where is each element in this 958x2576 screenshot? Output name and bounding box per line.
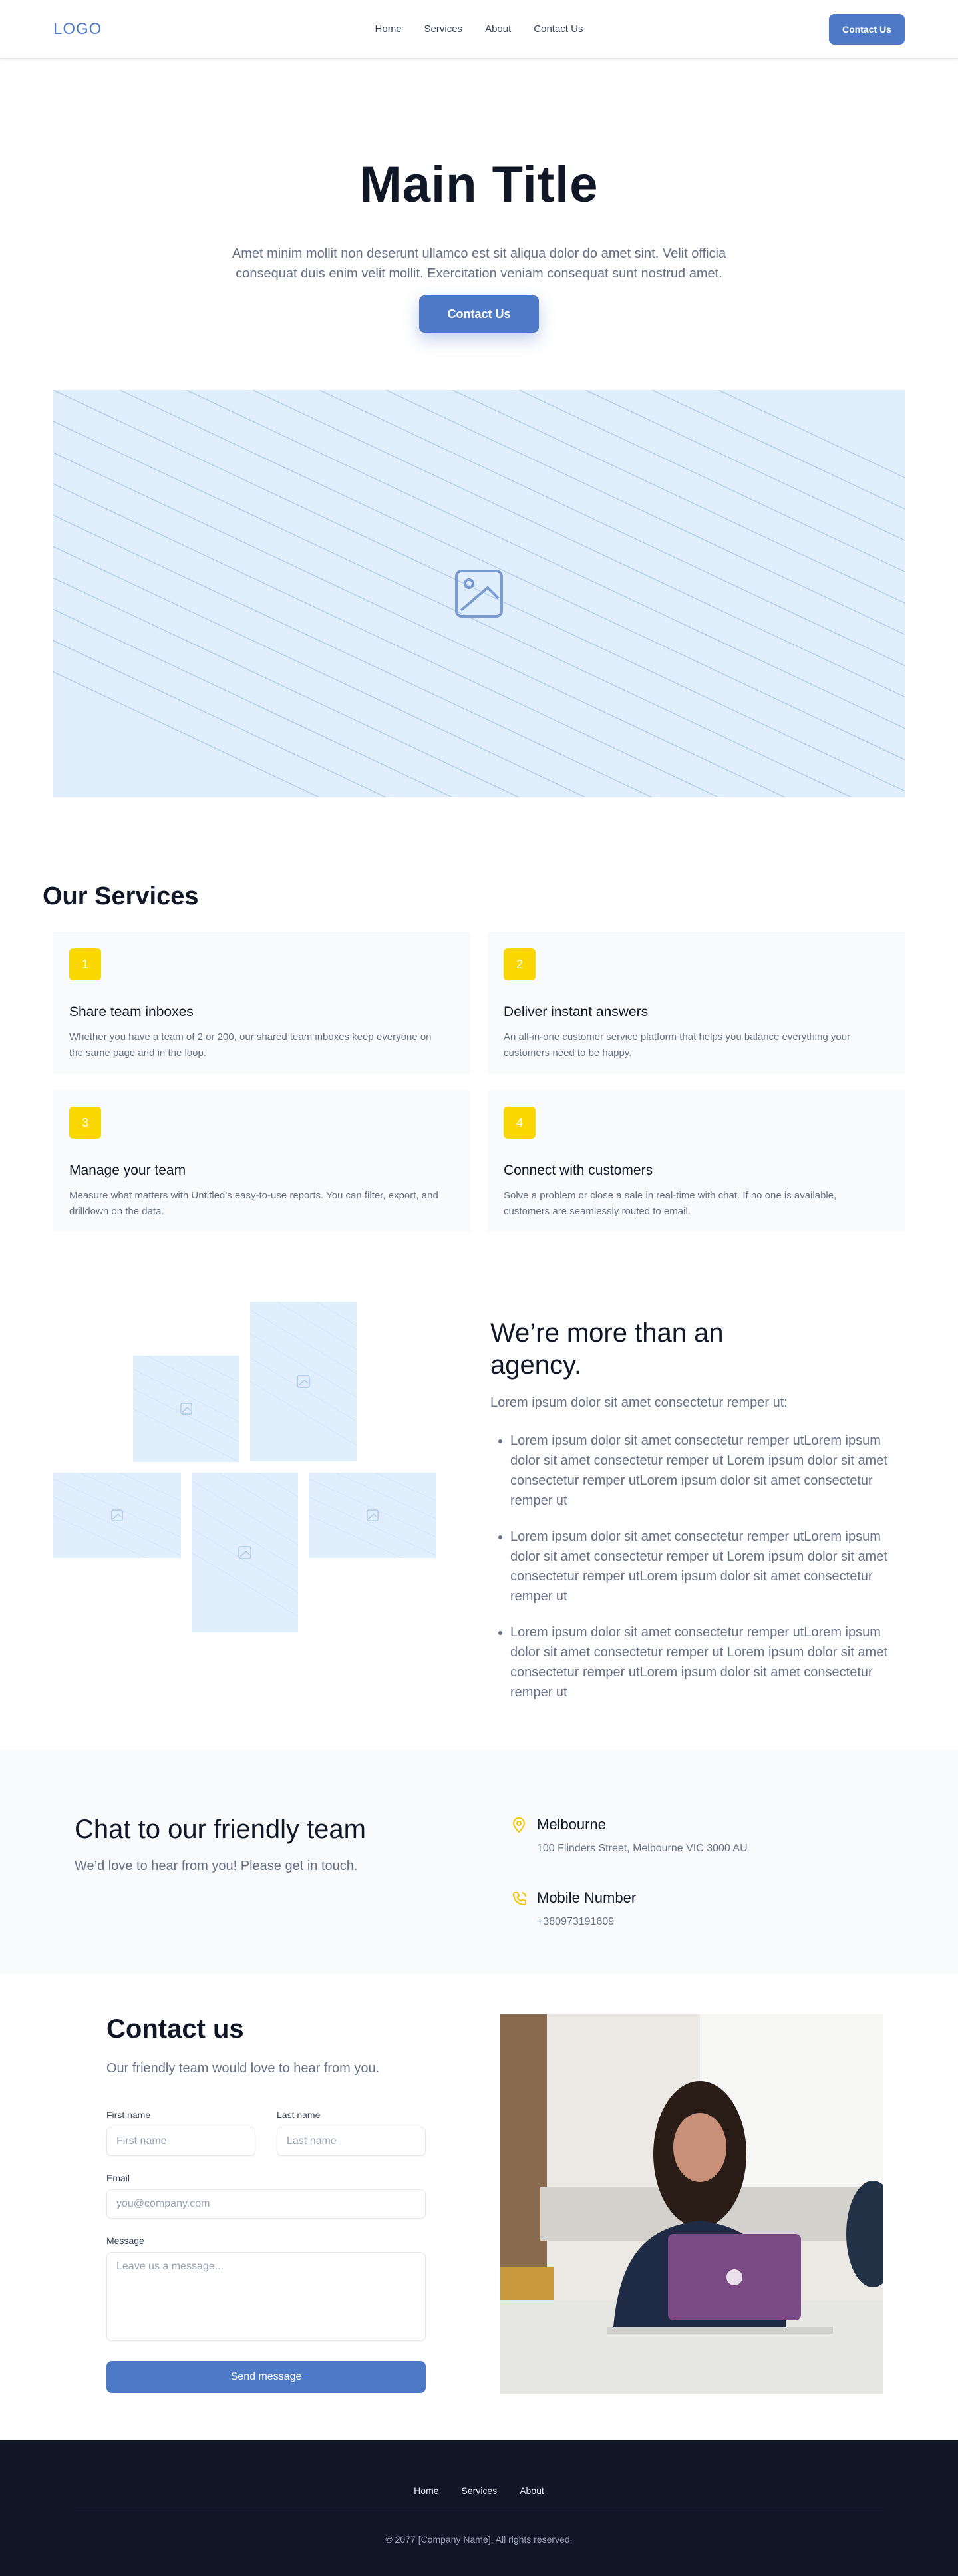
list-item: Lorem ipsum dolor sit amet consectetur r…	[510, 1622, 905, 1702]
contact-section: Contact us Our friendly team would love …	[0, 1973, 958, 2440]
team-photo-illustration	[500, 2014, 883, 2394]
service-card: 2 Deliver instant answers An all-in-one …	[488, 932, 905, 1073]
image-icon	[180, 1403, 192, 1415]
service-card: 1 Share team inboxes Whether you have a …	[53, 932, 470, 1073]
phone-icon	[512, 1892, 526, 1906]
service-text: Measure what matters with Untitled's eas…	[69, 1190, 438, 1217]
copyright-text: © 2077 [Company Name]. All rights reserv…	[385, 2534, 573, 2545]
service-number-badge: 4	[504, 1107, 536, 1139]
location-title: Melbourne	[537, 1816, 606, 1833]
service-number-badge: 3	[69, 1107, 101, 1139]
contact-subtitle: Our friendly team would love to hear fro…	[106, 2061, 380, 2076]
nav-about[interactable]: About	[485, 23, 511, 35]
image-placeholder	[53, 1473, 181, 1558]
nav-home[interactable]: Home	[375, 23, 402, 35]
email-field[interactable]	[106, 2189, 426, 2219]
chat-subtitle: We’d love to hear from you! Please get i…	[75, 1859, 358, 1873]
service-number-badge: 1	[69, 948, 101, 980]
agency-bullet-list: Lorem ipsum dolor sit amet consectetur r…	[490, 1431, 905, 1702]
logo[interactable]: LOGO	[53, 20, 102, 39]
image-placeholder	[192, 1473, 298, 1632]
service-title: Share team inboxes	[69, 1004, 194, 1019]
hero-contact-button[interactable]: Contact Us	[419, 295, 539, 333]
message-textarea[interactable]	[106, 2252, 426, 2341]
first-name-label: First name	[106, 2110, 151, 2120]
services-grid: 1 Share team inboxes Whether you have a …	[53, 932, 905, 1232]
list-item: Lorem ipsum dolor sit amet consectetur r…	[510, 1527, 905, 1606]
image-icon	[297, 1375, 310, 1388]
service-title: Connect with customers	[504, 1163, 653, 1178]
services-title: Our Services	[43, 882, 199, 910]
chat-title: Chat to our friendly team	[75, 1815, 366, 1844]
service-text: An all-in-one customer service platform …	[504, 1031, 851, 1059]
image-icon	[111, 1509, 123, 1521]
message-label: Message	[106, 2235, 144, 2246]
main-nav: Home Services About Contact Us	[375, 23, 583, 35]
email-label: Email	[106, 2173, 130, 2183]
image-icon	[455, 570, 503, 618]
footer-nav-about[interactable]: About	[520, 2485, 544, 2496]
image-placeholder	[250, 1302, 357, 1461]
service-text: Whether you have a team of 2 or 200, our…	[69, 1031, 432, 1059]
agency-section: We’re more than an agency. Lorem ipsum d…	[0, 1232, 958, 1751]
nav-services[interactable]: Services	[424, 23, 463, 35]
service-text: Solve a problem or close a sale in real-…	[504, 1190, 837, 1217]
last-name-label: Last name	[277, 2110, 321, 2120]
phone-number[interactable]: +380973191609	[537, 1916, 636, 1928]
phone-title: Mobile Number	[537, 1889, 637, 1906]
services-section: Our Services 1 Share team inboxes Whethe…	[0, 797, 958, 1232]
service-title: Manage your team	[69, 1163, 186, 1178]
phone-info: Mobile Number +380973191609	[512, 1889, 636, 1928]
agency-lead: Lorem ipsum dolor sit amet consectetur r…	[490, 1395, 788, 1410]
site-footer: Home Services About © 2077 [Company Name…	[0, 2440, 958, 2576]
agency-title: We’re more than an agency.	[490, 1318, 724, 1380]
nav-contact-us[interactable]: Contact Us	[534, 23, 583, 35]
image-placeholder	[309, 1473, 436, 1558]
map-pin-icon	[512, 1817, 526, 1833]
team-photo	[500, 2014, 883, 2394]
service-title: Deliver instant answers	[504, 1004, 649, 1019]
hero-image-placeholder	[53, 390, 905, 797]
service-card: 3 Manage your team Measure what matters …	[53, 1091, 470, 1232]
site-header: LOGO Home Services About Contact Us Cont…	[0, 0, 958, 59]
chat-section: Chat to our friendly team We’d love to h…	[0, 1751, 958, 1973]
list-item: Lorem ipsum dolor sit amet consectetur r…	[510, 1431, 905, 1511]
hero-description: Amet minim mollit non deserunt ullamco e…	[232, 246, 726, 281]
footer-nav-home[interactable]: Home	[414, 2485, 438, 2496]
send-message-button[interactable]: Send message	[106, 2361, 426, 2393]
service-card: 4 Connect with customers Solve a problem…	[488, 1091, 905, 1232]
contact-title: Contact us	[106, 2014, 244, 2044]
first-name-input[interactable]	[106, 2127, 255, 2156]
service-number-badge: 2	[504, 948, 536, 980]
hero-title: Main Title	[359, 156, 599, 213]
last-name-input[interactable]	[277, 2127, 426, 2156]
agency-content: We’re more than an agency. Lorem ipsum d…	[490, 1317, 905, 1718]
location-info: Melbourne 100 Flinders Street, Melbourne…	[512, 1816, 748, 1855]
footer-nav-services[interactable]: Services	[462, 2485, 498, 2496]
image-placeholder	[133, 1356, 240, 1462]
location-address: 100 Flinders Street, Melbourne VIC 3000 …	[537, 1843, 748, 1854]
image-icon	[238, 1546, 251, 1559]
header-contact-button[interactable]: Contact Us	[829, 13, 905, 45]
footer-nav: Home Services About	[0, 2485, 958, 2496]
image-icon	[367, 1509, 379, 1521]
hero-section: Main Title Amet minim mollit non deserun…	[0, 59, 958, 797]
